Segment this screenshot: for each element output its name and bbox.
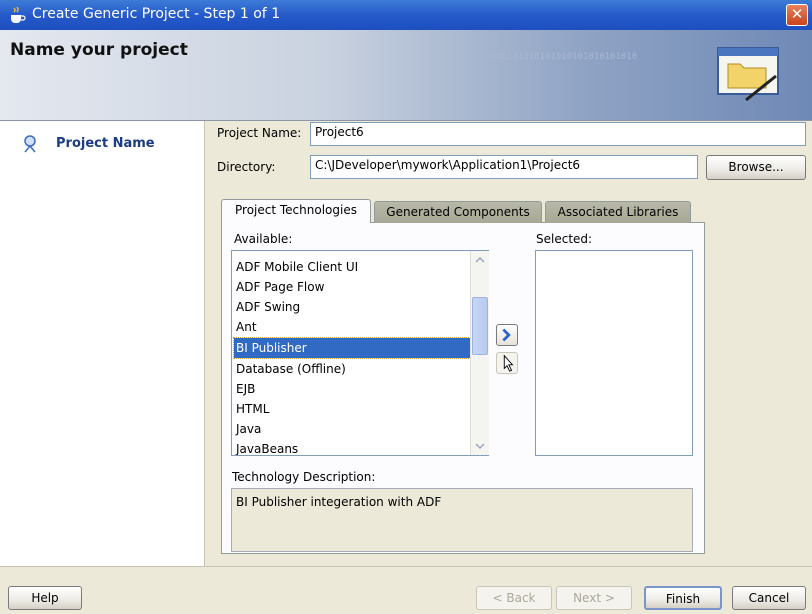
close-icon: ✕: [790, 5, 804, 23]
list-item[interactable]: HTML: [234, 399, 472, 419]
list-item[interactable]: ADF Mobile Client UI: [234, 257, 472, 277]
technology-description-label: Technology Description:: [232, 470, 376, 484]
selected-list[interactable]: [535, 250, 693, 456]
list-item-selected[interactable]: BI Publisher: [233, 337, 471, 359]
page-title: Name your project: [10, 40, 188, 60]
available-label: Available:: [234, 232, 293, 246]
available-list[interactable]: ADF Mobile Client UI ADF Page Flow ADF S…: [231, 250, 489, 456]
available-list-scrollbar[interactable]: [470, 251, 489, 455]
wizard-steps-pane: Project Name: [0, 121, 205, 566]
sidebar-item-label: Project Name: [56, 136, 155, 151]
title-bar: Create Generic Project - Step 1 of 1 ✕: [0, 0, 812, 30]
project-name-input[interactable]: Project6: [310, 122, 806, 146]
tab-project-technologies[interactable]: Project Technologies: [221, 199, 371, 223]
footer-divider: [0, 566, 812, 567]
list-item[interactable]: Database (Offline): [234, 359, 472, 379]
list-item[interactable]: ADF Swing: [234, 297, 472, 317]
step-icon: [24, 135, 36, 153]
directory-label: Directory:: [217, 160, 276, 174]
folder-window-icon: [717, 47, 779, 102]
scroll-down-icon[interactable]: [471, 437, 489, 455]
java-cup-icon: [11, 6, 26, 23]
list-item[interactable]: JavaBeans: [234, 439, 472, 455]
window-title: Create Generic Project - Step 1 of 1: [32, 6, 281, 22]
tab-associated-libraries[interactable]: Associated Libraries: [545, 201, 691, 223]
back-button[interactable]: < Back: [476, 586, 552, 610]
list-item[interactable]: Java: [234, 419, 472, 439]
chevron-right-icon: [502, 328, 511, 342]
cancel-button[interactable]: Cancel: [732, 586, 806, 610]
list-item[interactable]: ADF Page Flow: [234, 277, 472, 297]
list-item[interactable]: EJB: [234, 379, 472, 399]
technology-description-text: BI Publisher integeration with ADF: [236, 495, 442, 509]
list-item[interactable]: Ant: [234, 317, 472, 337]
directory-input[interactable]: C:\JDeveloper\mywork\Application1\Projec…: [310, 155, 698, 179]
next-button[interactable]: Next >: [556, 586, 632, 610]
finish-button[interactable]: Finish: [644, 586, 722, 610]
browse-button[interactable]: Browse...: [706, 155, 806, 180]
mouse-cursor-icon: [503, 354, 514, 372]
header-decoration: 01010101010101010101010101010: [480, 52, 638, 62]
remove-button[interactable]: [496, 352, 518, 374]
technology-description-box: BI Publisher integeration with ADF: [231, 488, 693, 552]
help-button[interactable]: Help: [8, 586, 82, 610]
add-button[interactable]: [496, 324, 518, 346]
close-button[interactable]: ✕: [786, 4, 808, 26]
project-name-label: Project Name:: [217, 126, 302, 140]
selected-label: Selected:: [536, 232, 593, 246]
sidebar-item-project-name[interactable]: Project Name: [0, 131, 204, 157]
scroll-up-icon[interactable]: [471, 251, 489, 269]
scroll-thumb[interactable]: [472, 297, 488, 355]
tab-generated-components[interactable]: Generated Components: [374, 201, 542, 223]
